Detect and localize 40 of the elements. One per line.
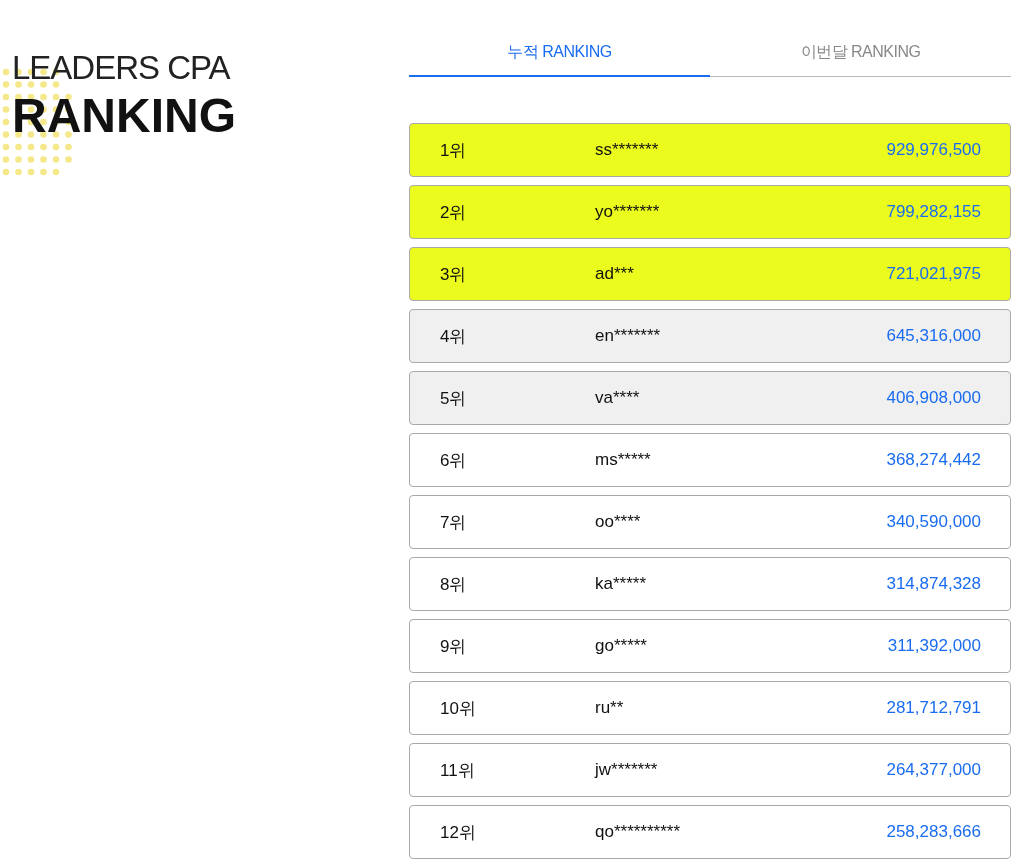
rank: 12위 [440,821,477,844]
rank: 3위 [440,263,468,286]
rank: 1위 [440,139,468,162]
user-id: go***** [595,636,648,656]
user-id: ad*** [595,264,635,284]
tab[interactable]: 누적 RANKING [409,35,710,77]
amount: 929,976,500 [886,140,981,160]
amount: 264,377,000 [886,760,981,780]
amount: 368,274,442 [886,450,981,470]
user-id: ru** [595,698,625,718]
title: RANKING [12,88,237,144]
rank: 10위 [440,697,477,720]
amount: 645,316,000 [886,326,981,346]
rank: 6위 [440,449,468,472]
user-id: yo******* [595,202,661,222]
user-id: qo********** [595,822,682,842]
amount: 314,874,328 [886,574,981,594]
amount: 311,392,000 [887,636,981,656]
amount: 406,908,000 [886,388,981,408]
amount: 721,021,975 [886,264,981,284]
rank: 11위 [440,759,476,782]
rank: 9위 [440,635,468,658]
amount: 258,283,666 [886,822,981,842]
amount: 799,282,155 [886,202,981,222]
rank: 4위 [440,325,468,348]
user-id: ka***** [595,574,648,594]
user-id: en******* [595,326,662,346]
subtitle: LEADERS CPA [12,48,232,88]
rank: 2위 [440,201,468,224]
tab[interactable]: 이번달 RANKING [710,35,1011,77]
user-id: oo**** [595,512,642,532]
rank: 8위 [440,573,468,596]
user-id: ss******* [595,140,660,160]
user-id: ms***** [595,450,652,470]
rank: 7위 [440,511,468,534]
user-id: jw******* [595,760,659,780]
user-id: va**** [595,388,641,408]
amount: 281,712,791 [886,698,981,718]
rank: 5위 [440,387,468,410]
amount: 340,590,000 [886,512,981,532]
